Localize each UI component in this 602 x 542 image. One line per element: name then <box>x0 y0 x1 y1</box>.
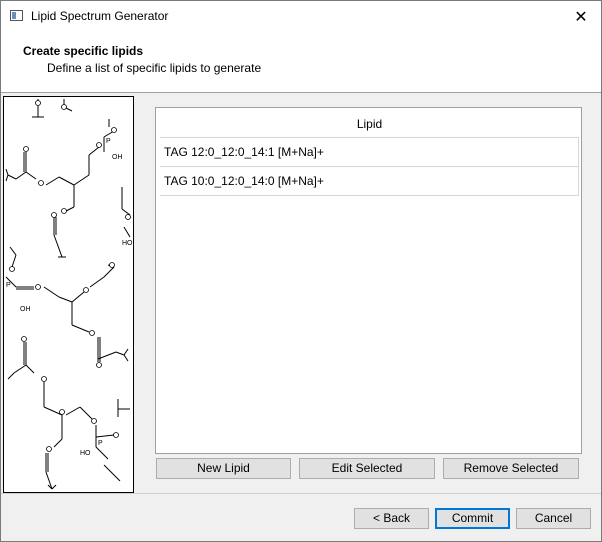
svg-text:OH: OH <box>112 154 123 161</box>
dialog-window: Lipid Spectrum Generator ✕ Create specif… <box>0 0 602 542</box>
svg-text:HO: HO <box>122 240 133 247</box>
header-subtitle: Define a list of specific lipids to gene… <box>47 61 262 75</box>
footer-divider <box>1 493 601 494</box>
new-lipid-button[interactable]: New Lipid <box>156 458 291 479</box>
window-title: Lipid Spectrum Generator <box>31 9 169 23</box>
wizard-header: Create specific lipids Define a list of … <box>1 32 601 93</box>
cancel-button[interactable]: Cancel <box>516 508 591 529</box>
svg-text:P: P <box>98 440 103 447</box>
app-icon <box>10 10 23 21</box>
svg-text:P: P <box>106 138 111 145</box>
lipid-list-panel: Lipid TAG 12:0_12:0_14:1 [M+Na]+ TAG 10:… <box>155 107 582 454</box>
column-header-lipid[interactable]: Lipid <box>160 112 579 138</box>
row-border <box>578 137 579 195</box>
commit-button[interactable]: Commit <box>435 508 510 529</box>
molecule-drawing: OH OH HO HO P P P <box>5 99 133 490</box>
svg-text:P: P <box>6 282 11 289</box>
table-row[interactable]: TAG 10:0_12:0_14:0 [M+Na]+ <box>160 167 579 196</box>
svg-text:HO: HO <box>80 450 91 457</box>
header-title: Create specific lipids <box>23 44 144 58</box>
back-button[interactable]: < Back <box>354 508 429 529</box>
title-bar: Lipid Spectrum Generator ✕ <box>1 1 601 32</box>
edit-selected-button[interactable]: Edit Selected <box>299 458 435 479</box>
close-button[interactable]: ✕ <box>561 1 601 32</box>
molecule-structure-icon: OH OH HO HO P P P <box>3 96 134 493</box>
remove-selected-button[interactable]: Remove Selected <box>443 458 579 479</box>
table-row[interactable]: TAG 12:0_12:0_14:1 [M+Na]+ <box>160 138 579 167</box>
svg-text:OH: OH <box>20 306 31 313</box>
